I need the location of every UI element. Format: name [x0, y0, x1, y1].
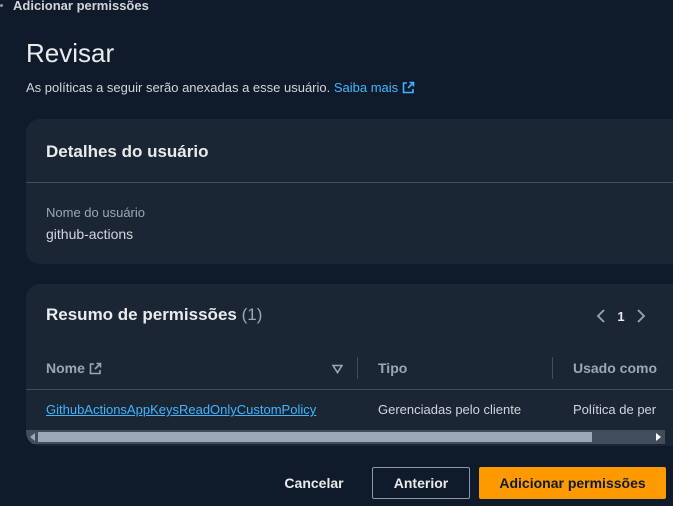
horizontal-scrollbar[interactable] [26, 430, 665, 444]
scrollbar-thumb[interactable] [38, 432, 592, 442]
cancel-button[interactable]: Cancelar [272, 467, 356, 499]
description-text: As políticas a seguir serão anexadas a e… [26, 80, 331, 95]
breadcrumb-dot [0, 4, 3, 7]
user-details-panel: Detalhes do usuário Nome do usuário gith… [26, 119, 673, 264]
wizard-header: Adicionar permissões [0, 0, 673, 20]
column-name-label: Nome [46, 360, 85, 376]
page-number[interactable]: 1 [613, 309, 629, 324]
learn-more-link[interactable]: Saiba mais [334, 80, 415, 95]
column-name[interactable]: Nome [46, 360, 102, 376]
sort-down-icon[interactable] [331, 361, 344, 379]
permissions-count: (1) [241, 305, 263, 324]
page-title: Revisar [26, 38, 115, 68]
wizard-title: Adicionar permissões [13, 0, 149, 13]
username-value: github-actions [46, 226, 134, 242]
scroll-right-icon[interactable] [656, 433, 661, 441]
external-link-icon [402, 81, 415, 94]
table-row: GithubActionsAppKeysReadOnlyCustomPolicy… [26, 390, 673, 430]
column-type[interactable]: Tipo [378, 360, 407, 376]
page-description: As políticas a seguir serão anexadas a e… [26, 80, 415, 95]
chevron-right-icon[interactable] [629, 304, 653, 328]
policy-used-as: Política de per [573, 402, 657, 417]
scroll-left-icon[interactable] [30, 433, 35, 441]
policy-name-link[interactable]: GithubActionsAppKeysReadOnlyCustomPolicy [46, 402, 316, 417]
permissions-summary-title: Resumo de permissões (1) [46, 305, 262, 325]
external-link-icon [89, 362, 102, 375]
column-divider[interactable] [357, 357, 358, 379]
table-header: Nome Tipo Usado como [26, 347, 673, 390]
column-used-as[interactable]: Usado como [573, 360, 657, 376]
user-details-title: Detalhes do usuário [46, 142, 209, 161]
username-label: Nome do usuário [46, 205, 145, 220]
chevron-left-icon[interactable] [589, 304, 613, 328]
policy-type: Gerenciadas pelo cliente [378, 402, 522, 417]
user-details-header: Detalhes do usuário [26, 119, 673, 183]
permissions-title-text: Resumo de permissões [46, 305, 237, 324]
learn-more-label: Saiba mais [333, 80, 399, 95]
previous-button[interactable]: Anterior [372, 467, 470, 499]
column-divider[interactable] [552, 357, 553, 379]
add-permissions-button[interactable]: Adicionar permissões [479, 467, 666, 499]
permissions-summary-panel: Resumo de permissões (1) 1 Nome Tipo Usa… [26, 284, 673, 446]
pagination: 1 [589, 304, 653, 328]
